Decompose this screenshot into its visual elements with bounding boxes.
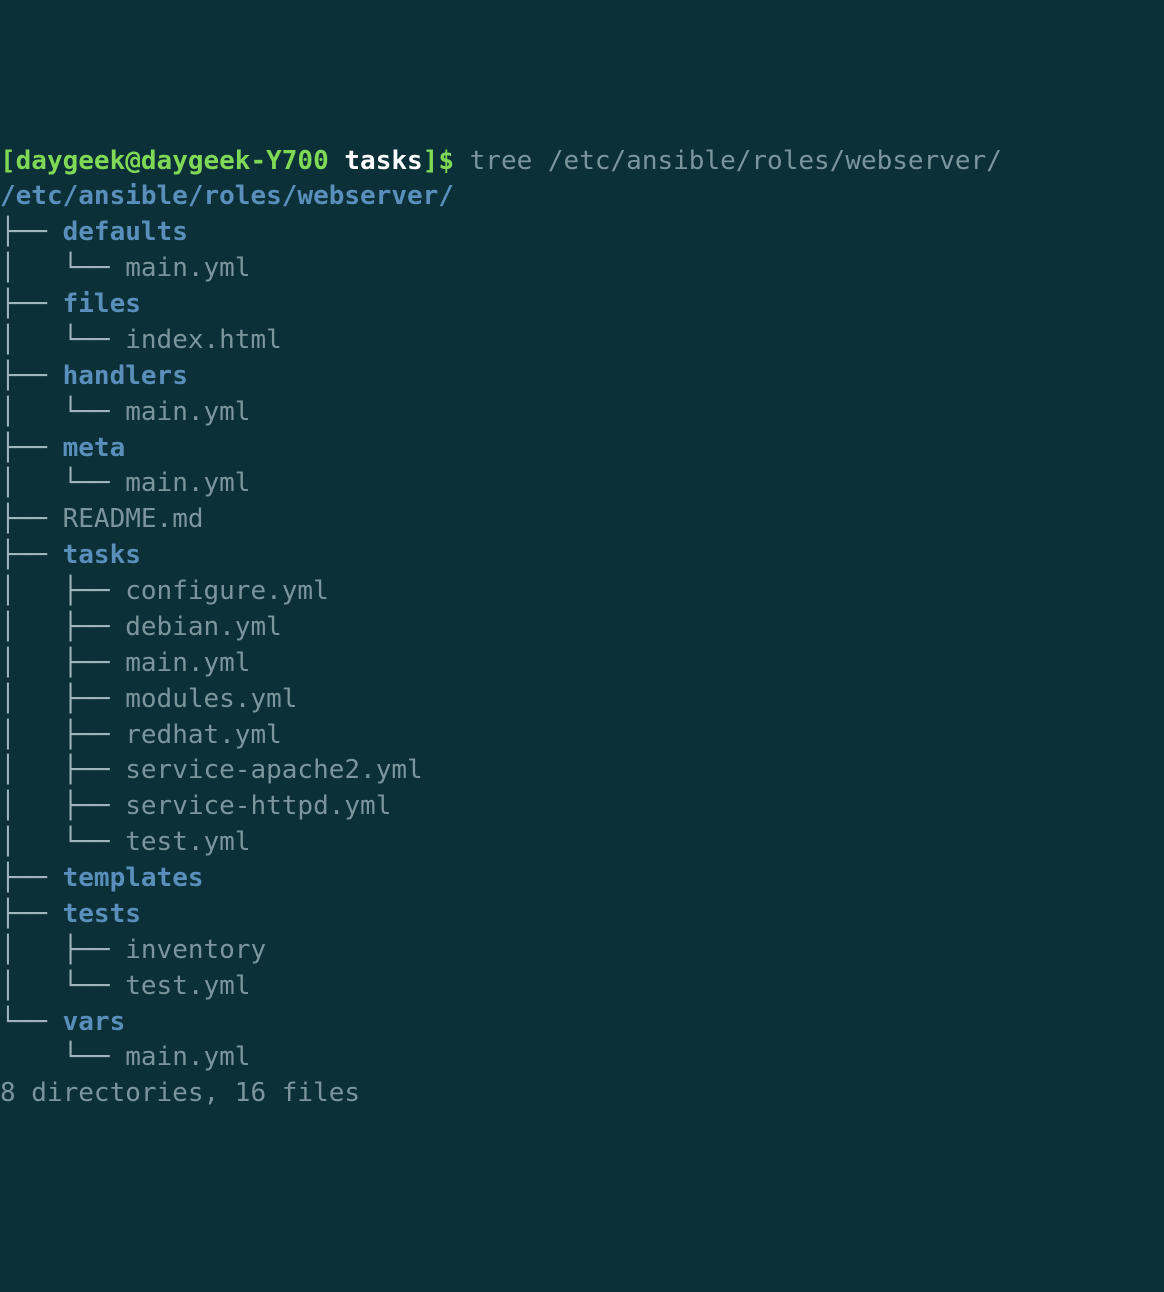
tree-root-path: /etc/ansible/roles/webserver/ bbox=[0, 181, 454, 211]
tree-prefix: │ └── bbox=[0, 468, 125, 498]
tree-prefix: │ └── bbox=[0, 325, 125, 355]
tree-file: main.yml bbox=[125, 253, 250, 283]
tree-summary: 8 directories, 16 files bbox=[0, 1078, 360, 1108]
tree-prefix: ├── bbox=[0, 540, 63, 570]
tree-prefix: │ └── bbox=[0, 253, 125, 283]
tree-prefix: │ ├── bbox=[0, 612, 125, 642]
tree-file: inventory bbox=[125, 935, 266, 965]
tree-file: modules.yml bbox=[125, 684, 297, 714]
tree-directory: files bbox=[63, 289, 141, 319]
tree-directory: defaults bbox=[63, 217, 188, 247]
prompt-bracket-open: [ bbox=[0, 146, 16, 176]
tree-file: configure.yml bbox=[125, 576, 329, 606]
tree-directory: tasks bbox=[63, 540, 141, 570]
tree-directory: handlers bbox=[63, 361, 188, 391]
tree-prefix: │ ├── bbox=[0, 576, 125, 606]
prompt-user-host: daygeek@daygeek-Y700 bbox=[16, 146, 329, 176]
tree-prefix: │ └── bbox=[0, 827, 125, 857]
tree-prefix: ├── bbox=[0, 899, 63, 929]
tree-prefix: ├── bbox=[0, 433, 63, 463]
terminal-output: [daygeek@daygeek-Y700 tasks]$ tree /etc/… bbox=[0, 144, 1164, 1113]
prompt-bracket-close: ] bbox=[423, 146, 439, 176]
tree-prefix: │ └── bbox=[0, 971, 125, 1001]
tree-file: redhat.yml bbox=[125, 720, 282, 750]
tree-file: main.yml bbox=[125, 1042, 250, 1072]
tree-prefix: ├── bbox=[0, 217, 63, 247]
tree-prefix: ├── bbox=[0, 289, 63, 319]
tree-prefix: └── bbox=[0, 1042, 125, 1072]
tree-directory: templates bbox=[63, 863, 204, 893]
tree-file: index.html bbox=[125, 325, 282, 355]
tree-file: main.yml bbox=[125, 468, 250, 498]
tree-file: test.yml bbox=[125, 827, 250, 857]
tree-prefix: │ ├── bbox=[0, 791, 125, 821]
tree-prefix: │ ├── bbox=[0, 684, 125, 714]
tree-body: ├── defaults │ └── main.yml ├── files │ … bbox=[0, 217, 423, 1072]
tree-directory: vars bbox=[63, 1007, 126, 1037]
tree-prefix: ├── bbox=[0, 863, 63, 893]
prompt-line: [daygeek@daygeek-Y700 tasks]$ tree /etc/… bbox=[0, 146, 1002, 176]
tree-file: service-httpd.yml bbox=[125, 791, 391, 821]
tree-prefix: ├── bbox=[0, 504, 63, 534]
tree-directory: tests bbox=[63, 899, 141, 929]
tree-prefix: └── bbox=[0, 1007, 63, 1037]
tree-prefix: │ ├── bbox=[0, 720, 125, 750]
tree-file: debian.yml bbox=[125, 612, 282, 642]
tree-file: README.md bbox=[63, 504, 204, 534]
tree-prefix: │ ├── bbox=[0, 648, 125, 678]
tree-prefix: ├── bbox=[0, 361, 63, 391]
tree-file: main.yml bbox=[125, 397, 250, 427]
prompt-cwd: tasks bbox=[344, 146, 422, 176]
prompt-dollar: $ bbox=[438, 146, 469, 176]
tree-file: test.yml bbox=[125, 971, 250, 1001]
tree-prefix: │ ├── bbox=[0, 935, 125, 965]
tree-directory: meta bbox=[63, 433, 126, 463]
tree-prefix: │ └── bbox=[0, 397, 125, 427]
command-text: tree /etc/ansible/roles/webserver/ bbox=[470, 146, 1002, 176]
tree-file: service-apache2.yml bbox=[125, 755, 422, 785]
tree-prefix: │ ├── bbox=[0, 755, 125, 785]
tree-file: main.yml bbox=[125, 648, 250, 678]
